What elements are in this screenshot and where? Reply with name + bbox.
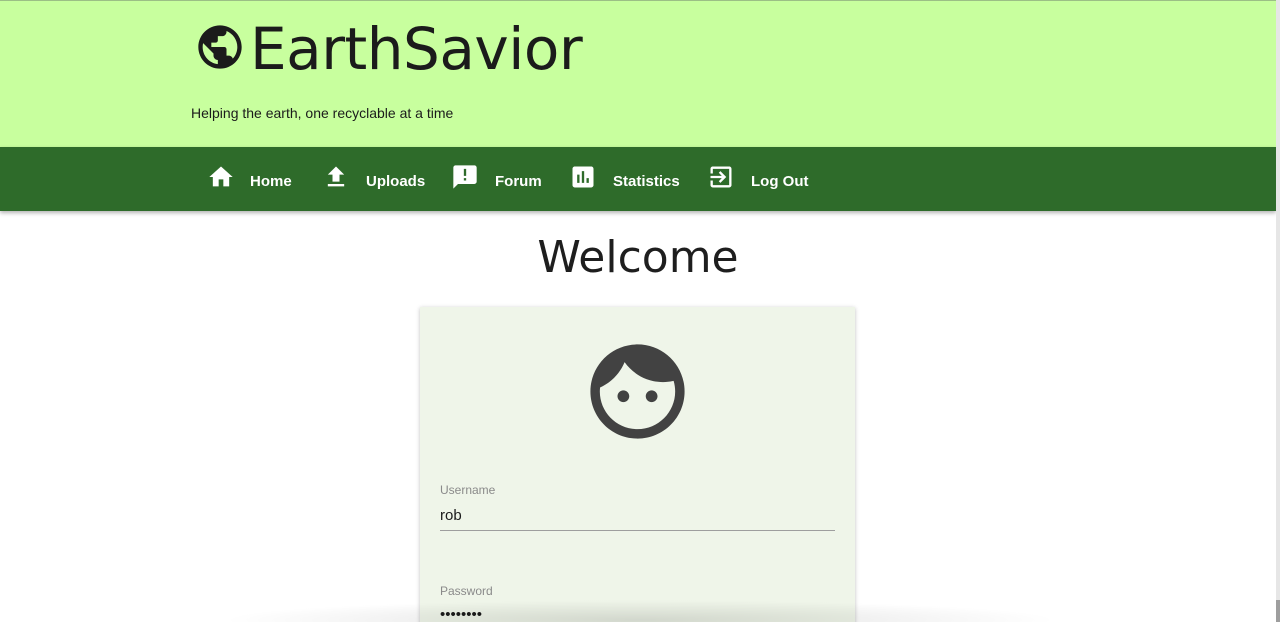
forum-icon bbox=[451, 163, 479, 196]
upload-icon bbox=[322, 163, 350, 196]
nav-item-logout[interactable]: Log Out bbox=[707, 161, 808, 197]
username-label: Username bbox=[440, 483, 496, 497]
face-icon bbox=[581, 335, 694, 448]
globe-icon bbox=[194, 21, 246, 78]
home-icon bbox=[207, 163, 235, 196]
statistics-icon bbox=[569, 163, 597, 196]
nav-label-logout: Log Out bbox=[751, 172, 809, 190]
username-field[interactable] bbox=[440, 501, 835, 531]
site-header: EarthSavior Helping the earth, one recyc… bbox=[0, 0, 1278, 147]
page-title: Welcome bbox=[537, 232, 739, 283]
nav-label-statistics: Statistics bbox=[613, 172, 680, 190]
tagline: Helping the earth, one recyclable at a t… bbox=[191, 105, 454, 121]
login-card: Username Password bbox=[420, 307, 855, 622]
nav-item-uploads[interactable]: Uploads bbox=[322, 161, 425, 197]
nav-item-statistics[interactable]: Statistics bbox=[569, 161, 680, 197]
scrollbar-track[interactable] bbox=[1276, 0, 1280, 622]
brand-title: EarthSavior bbox=[250, 15, 583, 83]
nav-item-forum[interactable]: Forum bbox=[451, 161, 542, 197]
nav-item-home[interactable]: Home bbox=[207, 161, 292, 197]
main-nav: Home Uploads Forum Statistics Log Out bbox=[0, 147, 1276, 211]
password-label: Password bbox=[440, 584, 493, 598]
nav-label-uploads: Uploads bbox=[366, 172, 426, 190]
nav-label-forum: Forum bbox=[495, 172, 542, 190]
logout-icon bbox=[707, 163, 735, 196]
password-field[interactable] bbox=[440, 600, 835, 622]
brand[interactable]: EarthSavior bbox=[194, 15, 583, 83]
scrollbar-thumb[interactable] bbox=[1276, 600, 1280, 622]
nav-label-home: Home bbox=[250, 172, 292, 190]
